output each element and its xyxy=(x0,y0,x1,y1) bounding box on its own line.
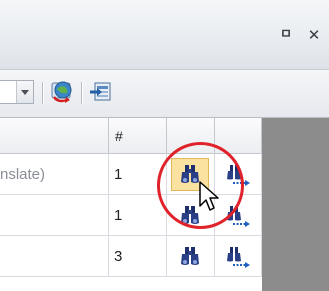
toolbar xyxy=(0,70,329,118)
row-count-cell: 3 xyxy=(109,236,167,277)
row-count-cell: 1 xyxy=(109,195,167,236)
mouse-cursor-icon xyxy=(198,180,222,214)
row-name-cell xyxy=(0,236,109,277)
pin-icon[interactable]: ㅁ xyxy=(277,26,295,44)
find-cell xyxy=(167,236,215,277)
toolbar-separator xyxy=(42,82,43,104)
row-name-cell xyxy=(0,195,109,236)
find-next-button[interactable] xyxy=(224,244,252,268)
find-next-icon xyxy=(227,247,250,268)
export-icon xyxy=(90,82,111,101)
empty-panel-area xyxy=(262,118,329,291)
row-name-cell: nslate) xyxy=(0,154,109,195)
close-icon[interactable]: ✕ xyxy=(304,26,324,44)
chevron-down-icon[interactable] xyxy=(16,81,33,103)
close-glyph: ✕ xyxy=(307,26,321,44)
filter-combo[interactable] xyxy=(0,80,34,104)
globe-refresh-icon xyxy=(51,81,72,103)
find-next-cell xyxy=(215,236,262,277)
toolbar-separator xyxy=(81,82,82,104)
export-button[interactable] xyxy=(87,78,115,106)
binoculars-icon xyxy=(181,247,199,265)
panel-caption-bar: ㅁ ✕ xyxy=(0,0,329,70)
find-button[interactable] xyxy=(176,244,204,268)
refresh-translation-button[interactable] xyxy=(49,78,77,106)
column-header-name[interactable] xyxy=(0,118,109,154)
column-header-count[interactable]: # xyxy=(109,118,167,154)
pin-glyph: ㅁ xyxy=(280,27,292,42)
table-row[interactable]: 3 xyxy=(0,236,262,277)
